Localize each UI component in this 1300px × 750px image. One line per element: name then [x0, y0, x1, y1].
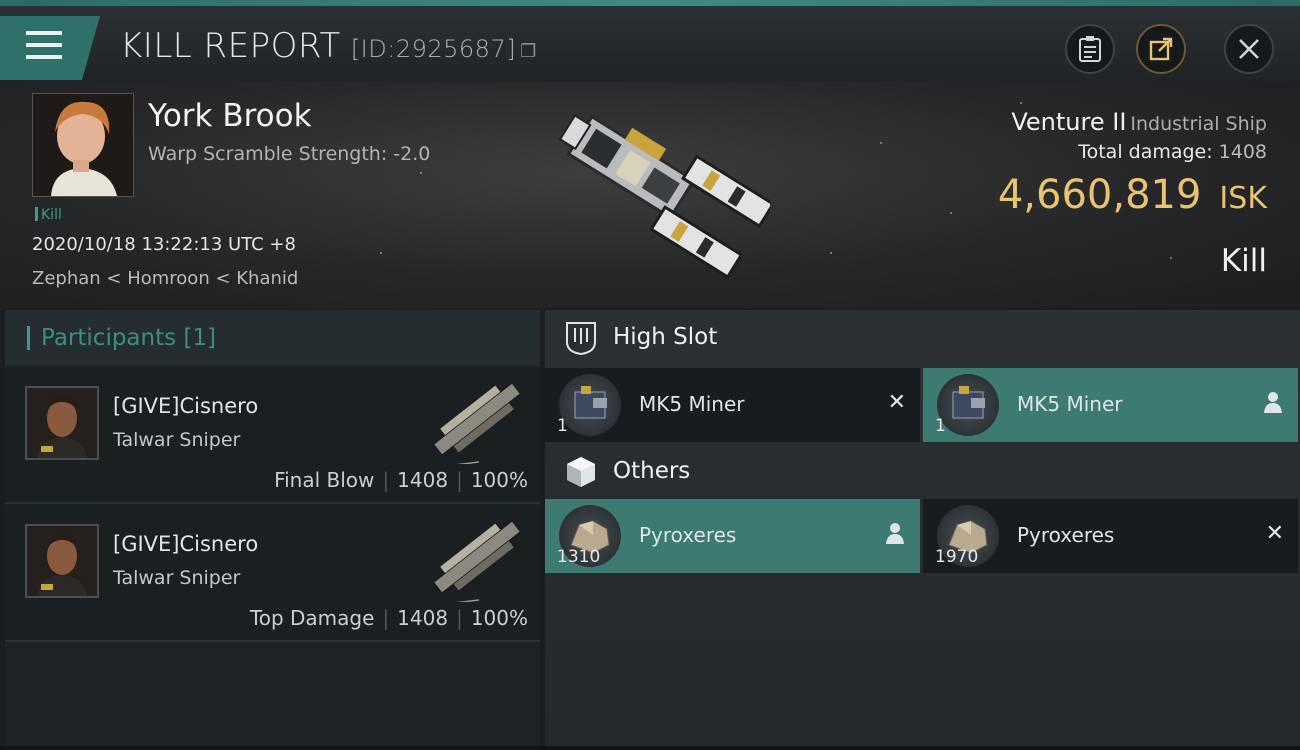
close-icon	[1239, 39, 1259, 59]
fitting-panel: High Slot 1 MK5 Miner ✕ 1 MK5 Miner Othe…	[545, 310, 1300, 750]
destroyed-icon: ✕	[1265, 521, 1284, 546]
participant-avatar	[27, 526, 97, 596]
participant-ship-image	[432, 519, 522, 602]
cargo-name: Pyroxeres	[639, 523, 737, 547]
menu-button[interactable]	[0, 16, 100, 80]
participant-row[interactable]: [GIVE]Cisnero Talwar Sniper Final Blow | 1…	[5, 368, 540, 504]
title-text: KILL REPORT	[120, 26, 341, 66]
participant-percent: 100%	[470, 606, 528, 630]
victim-ship-image	[558, 114, 770, 279]
others-title: Others	[613, 458, 691, 484]
victim-name[interactable]: York Brook	[148, 98, 312, 134]
module-name: MK5 Miner	[639, 392, 745, 416]
module-name: MK5 Miner	[1017, 392, 1123, 416]
high-slot-icon	[566, 322, 596, 356]
participant-role: Top Damage	[249, 606, 375, 630]
victim-avatar	[33, 94, 133, 196]
person-icon	[1264, 392, 1282, 413]
hamburger-icon-bar	[26, 43, 62, 47]
participants-panel: Participants [1] [GIVE]Cisnero Talwar Sn…	[5, 310, 540, 750]
share-button[interactable]	[1136, 24, 1186, 74]
victim-portrait[interactable]	[32, 93, 134, 197]
clipboard-icon	[1079, 36, 1101, 62]
page-title: KILL REPORT [ID:2925687] ❐	[120, 26, 537, 66]
participant-name[interactable]: [GIVE]Cisnero	[113, 394, 258, 418]
total-damage-label: Total damage:	[1078, 141, 1213, 163]
hamburger-icon-bar	[26, 55, 62, 59]
cube-icon	[567, 457, 595, 487]
report-id: [ID:2925687]	[350, 35, 517, 63]
header-bar: KILL REPORT [ID:2925687] ❐	[0, 6, 1300, 82]
participant-ship-image	[432, 381, 522, 464]
module-item[interactable]: 1 MK5 Miner ✕	[545, 368, 920, 442]
ship-name[interactable]: Venture II	[1011, 108, 1126, 136]
close-button[interactable]	[1224, 24, 1274, 74]
victim-ship: Venture II Industrial Ship	[1011, 108, 1267, 136]
participant-portrait[interactable]	[25, 524, 99, 598]
total-damage-value: 1408	[1218, 141, 1267, 163]
cargo-qty: 1970	[935, 547, 979, 567]
participant-portrait[interactable]	[25, 386, 99, 460]
participant-damage: 1408	[397, 606, 449, 630]
destroyed-icon: ✕	[887, 390, 906, 415]
isk-loss: 4,660,819 ISK	[998, 172, 1267, 218]
participant-avatar	[27, 388, 97, 458]
others-header: Others	[545, 444, 1300, 500]
participant-stats: Top Damage | 1408 | 100%	[249, 606, 528, 630]
clipboard-button[interactable]	[1065, 24, 1115, 74]
participant-row[interactable]: [GIVE]Cisnero Talwar Sniper Top Damage | 1…	[5, 506, 540, 642]
participant-ship: Talwar Sniper	[113, 567, 241, 589]
isk-value: 4,660,819	[997, 172, 1202, 218]
high-slot-title: High Slot	[613, 324, 718, 350]
participant-percent: 100%	[470, 468, 528, 492]
kill-result: Kill	[1220, 243, 1267, 279]
kill-location[interactable]: Zephan < Homroon < Khanid	[32, 268, 298, 289]
hamburger-icon	[26, 31, 62, 35]
participants-header: Participants [1]	[5, 310, 540, 366]
participant-ship: Talwar Sniper	[113, 429, 241, 451]
isk-unit: ISK	[1219, 181, 1267, 216]
participants-title: Participants [1]	[41, 325, 216, 351]
module-item[interactable]: 1 MK5 Miner	[923, 368, 1298, 442]
cargo-item[interactable]: 1970 Pyroxeres ✕	[923, 499, 1298, 573]
miner-icon	[559, 374, 621, 436]
module-qty: 1	[557, 416, 568, 436]
high-slot-header: High Slot	[545, 310, 1300, 366]
cargo-name: Pyroxeres	[1017, 523, 1115, 547]
bottom-edge	[0, 746, 1300, 750]
share-icon	[1149, 37, 1173, 61]
cargo-qty: 1310	[557, 547, 601, 567]
participant-damage: 1408	[397, 468, 449, 492]
miner-icon	[937, 374, 999, 436]
participant-name[interactable]: [GIVE]Cisnero	[113, 532, 258, 556]
ship-class: Industrial Ship	[1130, 113, 1267, 135]
copy-icon[interactable]: ❐	[520, 41, 537, 62]
kill-datetime: 2020/10/18 13:22:13 UTC +8	[32, 234, 296, 255]
cargo-item[interactable]: 1310 Pyroxeres	[545, 499, 920, 573]
kill-tag: Kill	[35, 207, 62, 223]
participant-stats: Final Blow | 1408 | 100%	[274, 468, 528, 492]
participant-role: Final Blow	[274, 468, 375, 492]
person-icon	[886, 523, 904, 544]
section-accent	[27, 326, 30, 350]
total-damage: Total damage: 1408	[1078, 141, 1267, 163]
module-qty: 1	[935, 416, 946, 436]
warp-scramble-strength: Warp Scramble Strength: -2.0	[148, 143, 431, 165]
